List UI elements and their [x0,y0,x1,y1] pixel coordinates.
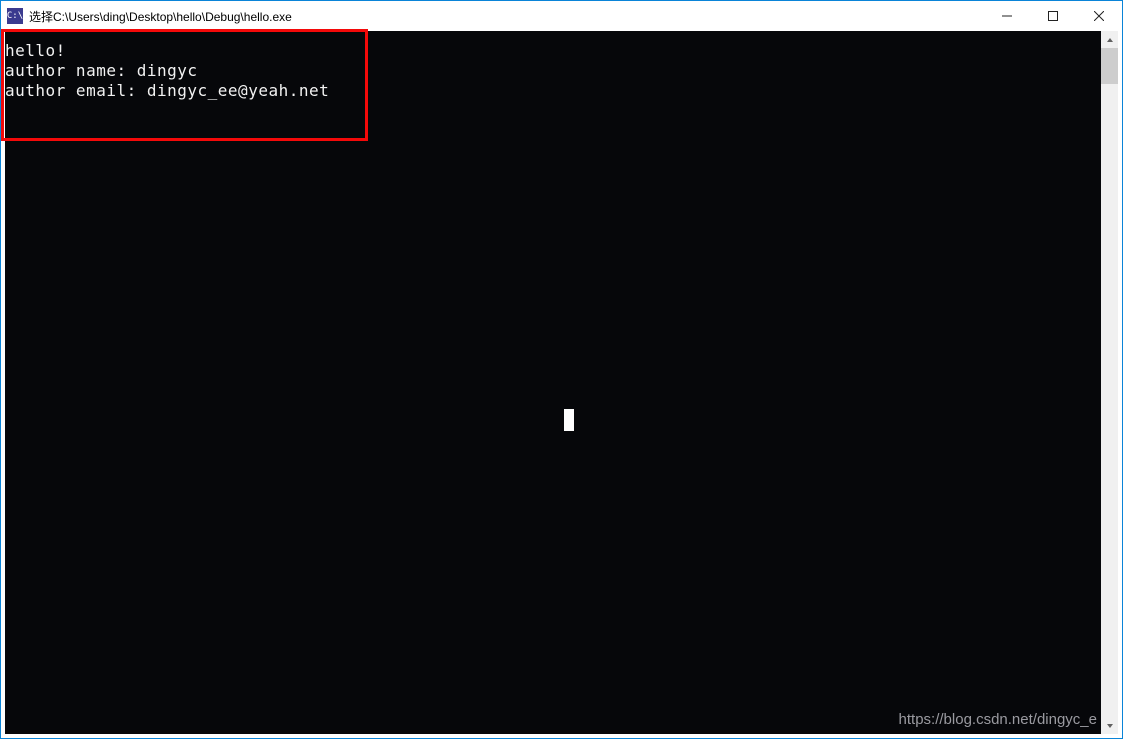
console-output[interactable]: hello! author name: dingyc author email:… [5,31,1101,734]
minimize-icon [1002,11,1012,21]
text-cursor [564,409,574,431]
chevron-down-icon [1106,722,1114,730]
app-icon: C:\ [7,8,23,24]
maximize-button[interactable] [1030,1,1076,31]
close-icon [1094,11,1104,21]
scrollbar-thumb[interactable] [1101,48,1118,84]
client-area: hello! author name: dingyc author email:… [1,31,1122,738]
titlebar[interactable]: C:\ 选择C:\Users\ding\Desktop\hello\Debug\… [1,1,1122,31]
window-controls [984,1,1122,31]
watermark-text: https://blog.csdn.net/dingyc_e [899,711,1097,728]
console-window: C:\ 选择C:\Users\ding\Desktop\hello\Debug\… [0,0,1123,739]
vertical-scrollbar[interactable] [1101,31,1118,734]
chevron-up-icon [1106,36,1114,44]
scroll-down-button[interactable] [1101,717,1118,734]
scroll-up-button[interactable] [1101,31,1118,48]
scrollbar-track[interactable] [1101,48,1118,717]
minimize-button[interactable] [984,1,1030,31]
window-title: 选择C:\Users\ding\Desktop\hello\Debug\hell… [29,8,984,25]
console-text: hello! author name: dingyc author email:… [5,41,329,101]
maximize-icon [1048,11,1058,21]
close-button[interactable] [1076,1,1122,31]
